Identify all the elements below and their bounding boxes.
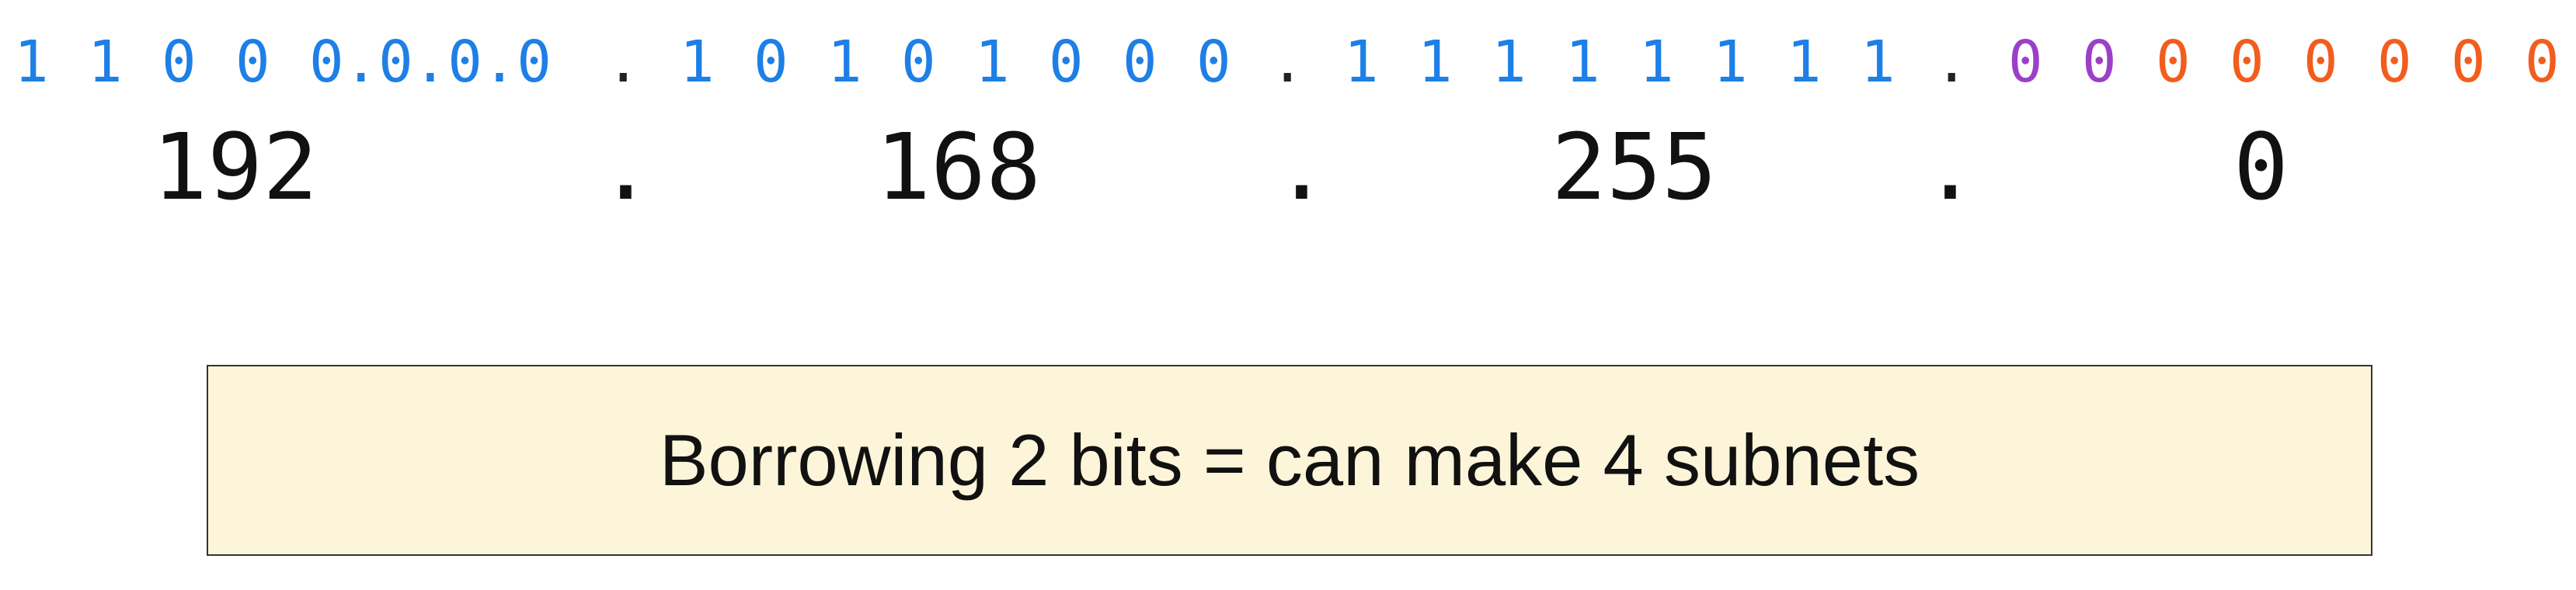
borrowed-subnet-bit: 0: [2008, 29, 2043, 95]
binary-separator: .: [1270, 29, 1305, 95]
binary-bit: 0: [901, 29, 936, 95]
decimal-octet: 192: [152, 113, 319, 220]
binary-bit: 1: [88, 29, 123, 95]
decimal-octet: 168: [875, 113, 1042, 220]
info-box-text: Borrowing 2 bits = can make 4 subnets: [659, 419, 1920, 501]
decimal-separator: .: [598, 113, 654, 220]
binary-bit: 1: [1861, 29, 1895, 95]
host-bit: 0: [2230, 29, 2264, 95]
host-bit: 0: [2377, 29, 2412, 95]
info-box: Borrowing 2 bits = can make 4 subnets: [207, 365, 2372, 556]
binary-bit: 1: [1565, 29, 1600, 95]
host-bit: 0: [2525, 29, 2560, 95]
binary-bit: 1: [827, 29, 862, 95]
binary-bit: 0: [1049, 29, 1084, 95]
host-bit: 0: [2156, 29, 2191, 95]
binary-bit: 0: [162, 29, 197, 95]
binary-bit: 1: [1639, 29, 1674, 95]
binary-separator: .: [1934, 29, 1969, 95]
host-bit: 0: [2451, 29, 2486, 95]
decimal-mask-row: 192 . 168 . 255 . 0: [0, 109, 2576, 225]
binary-bit: 1: [680, 29, 715, 95]
decimal-octet: 0: [2233, 113, 2289, 220]
binary-bit: 1: [975, 29, 1010, 95]
borrowed-subnet-bit: 0: [2082, 29, 2117, 95]
decimal-separator: .: [1923, 113, 1979, 220]
binary-separator: .: [606, 29, 641, 95]
binary-bit: 0: [235, 29, 270, 95]
binary-bit: 1: [14, 29, 49, 95]
binary-bit: 1: [1713, 29, 1748, 95]
binary-bit-group: 0.0.0.0: [309, 29, 552, 95]
binary-bit: 0: [1196, 29, 1231, 95]
binary-bit: 0: [754, 29, 788, 95]
decimal-octet: 255: [1551, 113, 1718, 220]
binary-bit: 1: [1787, 29, 1822, 95]
host-bit: 0: [2303, 29, 2338, 95]
binary-bit: 1: [1344, 29, 1379, 95]
decimal-separator: .: [1274, 113, 1330, 220]
binary-mask-row: 1 1 0 0 0.0.0.0 . 1 0 1 0 1 0 0 0 . 1 1 …: [0, 16, 2576, 109]
binary-bit: 1: [1492, 29, 1526, 95]
binary-bit: 1: [1418, 29, 1453, 95]
binary-bit: 0: [1123, 29, 1157, 95]
